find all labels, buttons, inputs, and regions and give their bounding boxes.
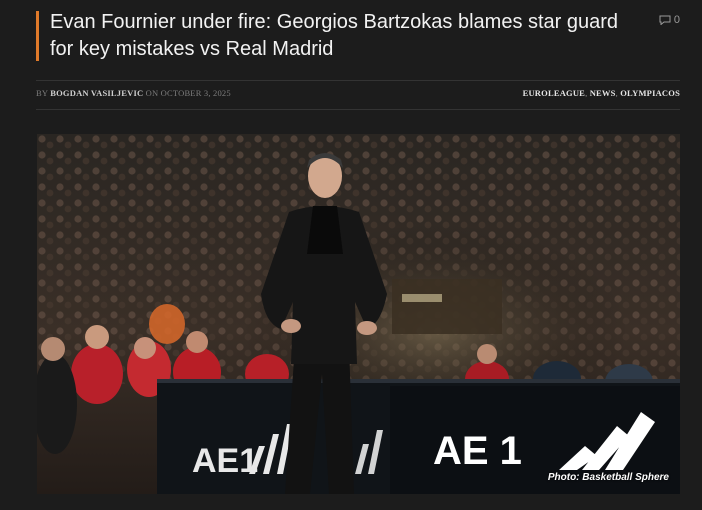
meta-bottom-divider xyxy=(36,109,680,110)
byline: BY BOGDAN VASILJEVIC ON OCTOBER 3, 2025 xyxy=(36,88,231,98)
article-meta: BY BOGDAN VASILJEVIC ON OCTOBER 3, 2025 … xyxy=(36,88,680,100)
publish-date: OCTOBER 3, 2025 xyxy=(160,88,231,98)
title-accent-bar xyxy=(36,11,39,61)
featured-image: AE1 AE 1 Photo: Basketball Sphere xyxy=(37,134,680,494)
category-link-olympiacos[interactable]: OLYMPIACOS xyxy=(620,88,680,98)
author-link[interactable]: BOGDAN VASILJEVIC xyxy=(50,88,143,98)
meta-top-divider xyxy=(36,80,680,81)
article-header: Evan Fournier under fire: Georgios Bartz… xyxy=(36,9,680,61)
article-title: Evan Fournier under fire: Georgios Bartz… xyxy=(50,11,619,60)
board-logo-left: AE1 xyxy=(192,442,258,480)
comments-link[interactable]: 0 xyxy=(659,14,680,26)
speech-bubble-icon xyxy=(659,15,671,25)
byline-prefix: BY xyxy=(36,88,48,98)
date-prefix: ON xyxy=(145,88,159,98)
photo-caption: Photo: Basketball Sphere xyxy=(547,472,669,483)
category-link-euroleague[interactable]: EUROLEAGUE xyxy=(523,88,585,98)
arena-doorway xyxy=(392,279,502,334)
comment-count: 0 xyxy=(673,14,680,26)
category-list: EUROLEAGUE, NEWS, OLYMPIACOS xyxy=(522,88,680,98)
board-logo-right: AE 1 xyxy=(433,429,522,473)
category-link-news[interactable]: NEWS xyxy=(590,88,616,98)
